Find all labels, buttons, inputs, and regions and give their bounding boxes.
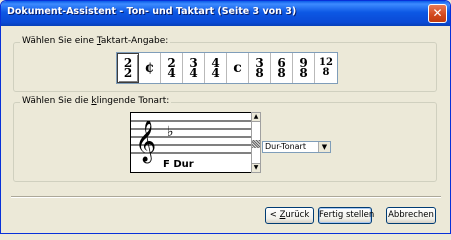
- scroll-down-icon[interactable]: ▼: [252, 163, 260, 172]
- time-signature-label: Wählen Sie eine Taktart-Angabe:: [20, 36, 171, 46]
- key-signature-group: Wählen Sie die klingende Tonart: 𝄞 ♭ F D…: [13, 96, 437, 182]
- key-signature-label: Wählen Sie die klingende Tonart:: [20, 96, 172, 106]
- time-signature-fraction: 34: [189, 57, 198, 80]
- time-signature-denominator: 4: [189, 66, 198, 80]
- time-signature-denominator: 4: [167, 66, 176, 80]
- time-signature-denominator: 4: [211, 66, 220, 80]
- time-signature-option[interactable]: c: [227, 53, 249, 83]
- legend-text: Wählen Sie die: [22, 96, 92, 106]
- time-signature-option[interactable]: 98: [293, 53, 315, 83]
- time-signature-denominator: 8: [322, 67, 330, 78]
- dialog-window: Dokument-Assistent - Ton- und Taktart (S…: [0, 0, 451, 234]
- treble-clef-icon: 𝄞: [135, 120, 156, 163]
- time-signature-denominator: 2: [123, 66, 133, 80]
- scroll-up-icon[interactable]: ▲: [252, 113, 260, 122]
- time-signature-fraction: 44: [211, 57, 220, 80]
- time-signature-fraction: 98: [299, 57, 308, 80]
- finish-button[interactable]: Fertig stellen: [318, 207, 374, 224]
- key-preview: 𝄞 ♭ F Dur: [130, 112, 252, 173]
- time-signature-denominator: 8: [299, 66, 308, 80]
- window-title: Dokument-Assistent - Ton- und Taktart (S…: [7, 6, 297, 17]
- time-signature-symbol: ¢: [144, 60, 155, 76]
- legend-text: aktart-Angabe:: [100, 36, 169, 46]
- legend-text: Wählen Sie eine: [22, 36, 97, 46]
- time-signature-palette: 2 2 ¢ 2 4 3 4 4 4 c 3 8 6 8 9 8 12 8: [116, 52, 338, 84]
- time-signature-option[interactable]: 12 8: [315, 53, 337, 83]
- time-signature-option[interactable]: 38: [249, 53, 271, 83]
- time-signature-option[interactable]: 22: [117, 53, 139, 83]
- staff-svg: 𝄞 ♭ F Dur: [131, 120, 251, 170]
- time-signature-group: Wählen Sie eine Taktart-Angabe: 2 2 ¢ 2 4 3 4 4…: [13, 36, 437, 92]
- chevron-down-icon[interactable]: ▼: [318, 142, 330, 152]
- time-signature-fraction: 24: [167, 57, 176, 80]
- back-button-text: <: [269, 210, 280, 220]
- close-icon: ✕: [432, 6, 443, 20]
- time-signature-denominator: 8: [277, 66, 286, 80]
- time-signature-option[interactable]: 68: [271, 53, 293, 83]
- time-signature-fraction: 38: [255, 57, 264, 80]
- key-scrollbar[interactable]: ▲ ▼: [251, 112, 261, 173]
- time-signature-denominator: 8: [255, 66, 264, 80]
- time-signature-option[interactable]: 34: [183, 53, 205, 83]
- mode-select[interactable]: Dur-Tonart ▼: [262, 141, 331, 153]
- time-signature-fraction: 68: [277, 57, 286, 80]
- time-signature-fraction: 22: [123, 57, 133, 80]
- back-button-text: urück: [285, 210, 310, 220]
- legend-text: lingende Tonart:: [96, 96, 170, 106]
- flat-icon: ♭: [167, 124, 174, 140]
- time-signature-symbol: c: [233, 60, 242, 76]
- close-button[interactable]: ✕: [428, 4, 447, 23]
- key-name: F Dur: [163, 159, 194, 170]
- time-signature-option[interactable]: 44: [205, 53, 227, 83]
- time-signature-option[interactable]: ¢: [139, 53, 161, 83]
- title-bar[interactable]: Dokument-Assistent - Ton- und Taktart (S…: [1, 1, 450, 26]
- back-button[interactable]: < Zurück: [265, 207, 314, 224]
- button-separator: [11, 196, 441, 198]
- scroll-thumb[interactable]: [252, 140, 260, 148]
- mode-select-value: Dur-Tonart: [265, 142, 306, 151]
- cancel-button[interactable]: Abbrechen: [386, 207, 436, 224]
- time-signature-option[interactable]: 24: [161, 53, 183, 83]
- time-signature-fraction: 12 8: [319, 58, 333, 78]
